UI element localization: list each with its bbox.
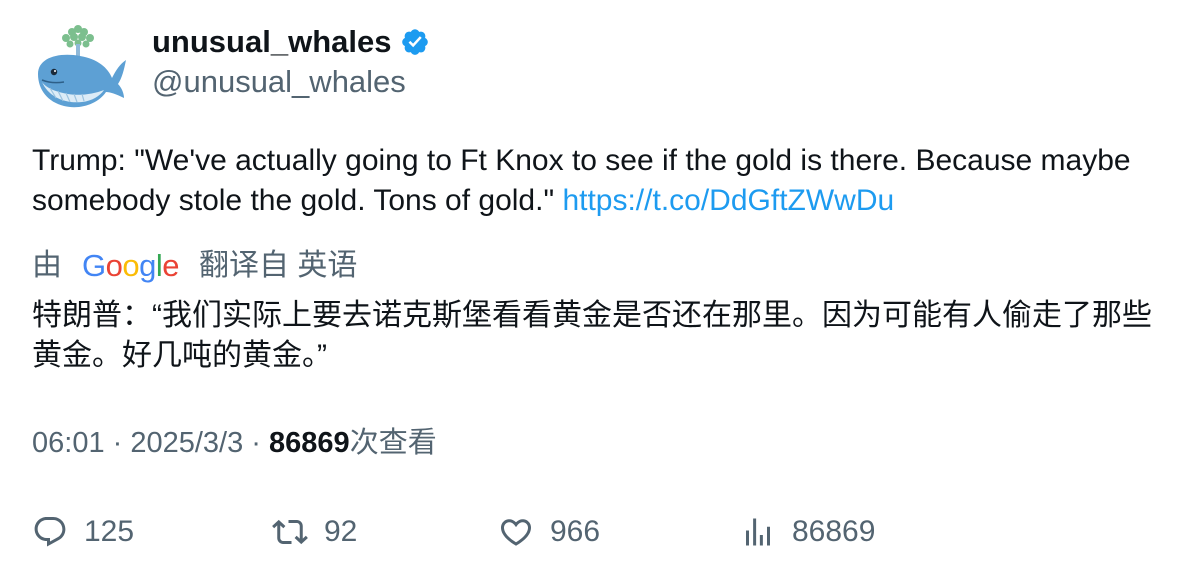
translation-attribution[interactable]: 由 Google 翻译自 英语 — [32, 246, 357, 286]
translation-prefix: 由 — [32, 249, 62, 282]
tweet-text: Trump: "We've actually going to Ft Knox … — [32, 141, 1172, 221]
meta-separator: · — [104, 427, 131, 459]
author-display-name[interactable]: unusual_whales — [152, 22, 391, 62]
tweet-date[interactable]: 2025/3/3 — [130, 427, 243, 459]
analytics-icon — [746, 518, 770, 546]
verified-badge-icon — [402, 29, 429, 55]
translation-suffix: 翻译自 英语 — [199, 249, 358, 282]
retweet-icon — [272, 519, 308, 545]
author-name-row: unusual_whales — [152, 22, 430, 62]
whale-avatar[interactable] — [28, 22, 128, 114]
tweet-time[interactable]: 06:01 — [32, 427, 105, 459]
like-count: 966 — [550, 515, 601, 548]
heart-icon — [500, 519, 532, 546]
views-label: 次查看 — [349, 427, 437, 459]
tweet-link[interactable]: https://t.co/DdGftZWwDu — [562, 184, 894, 217]
whale-avatar-icon — [38, 25, 126, 108]
author-handle[interactable]: @unusual_whales — [152, 62, 406, 102]
meta-separator: · — [243, 427, 270, 459]
reply-button[interactable]: 125 — [32, 510, 134, 554]
google-logo: Google — [82, 248, 180, 283]
reply-count: 125 — [84, 515, 135, 548]
translated-text: 特朗普：“我们实际上要去诺克斯堡看看黄金是否还在那里。因为可能有人偷走了那些黄金… — [32, 299, 1152, 372]
reply-icon — [34, 517, 66, 547]
retweet-button[interactable]: 92 — [272, 510, 357, 554]
views-button[interactable]: 86869 — [740, 510, 875, 554]
retweet-count: 92 — [324, 515, 358, 548]
action-bar: 125 92 966 86869 — [32, 510, 1172, 554]
like-button[interactable]: 966 — [498, 510, 600, 554]
views-action-count: 86869 — [792, 515, 876, 548]
tweet-card: unusual_whales @unusual_whales Trump: "W… — [0, 0, 1196, 578]
tweet-meta: 06:01 · 2025/3/3 · 86869次查看 — [32, 423, 437, 463]
views-count: 86869 — [269, 427, 350, 459]
